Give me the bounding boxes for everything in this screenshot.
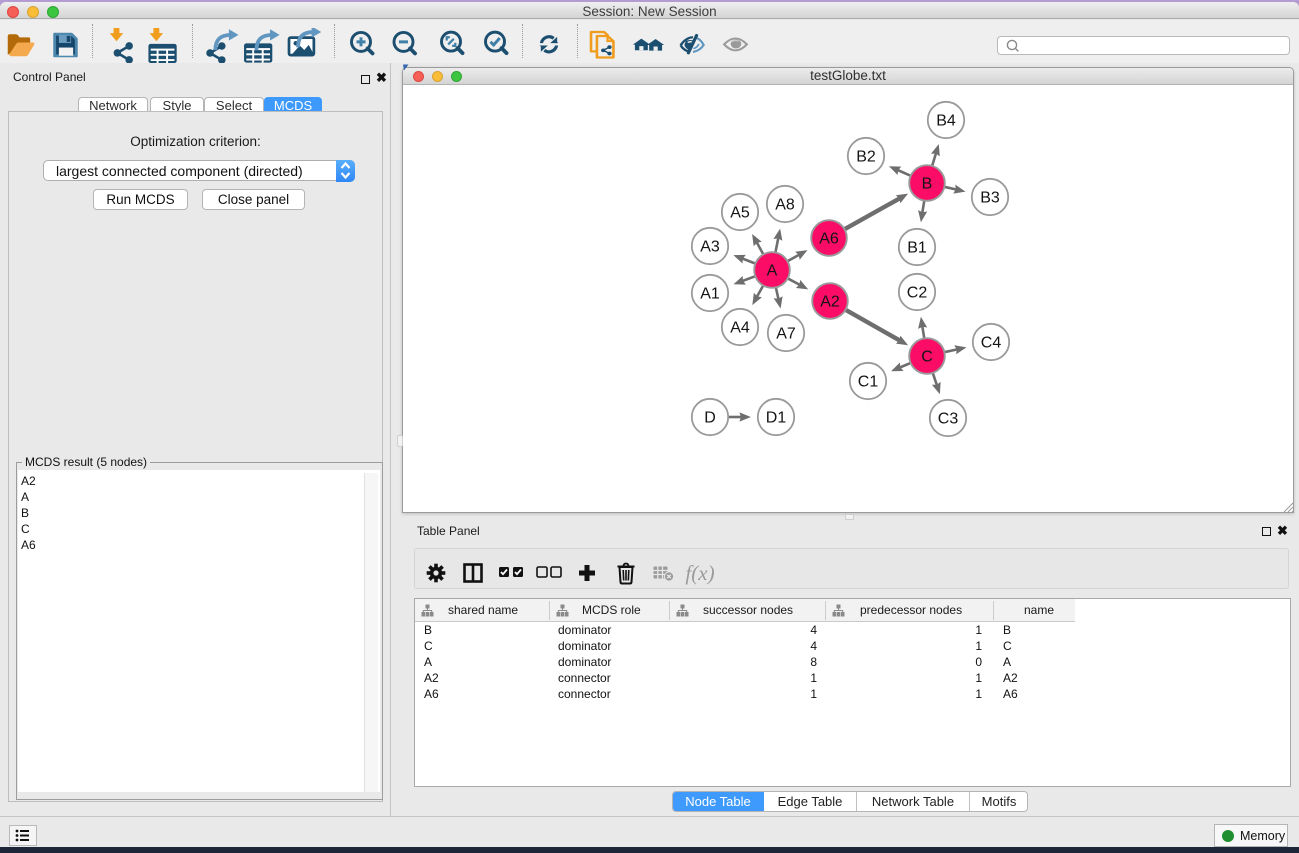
svg-text:A2: A2	[820, 294, 840, 311]
svg-text:B4: B4	[936, 113, 956, 130]
svg-text:C2: C2	[907, 285, 928, 302]
svg-text:B2: B2	[856, 149, 876, 166]
svg-text:C4: C4	[981, 335, 1002, 352]
svg-text:C3: C3	[938, 411, 959, 428]
svg-text:A5: A5	[730, 205, 750, 222]
svg-text:D: D	[704, 410, 716, 427]
svg-text:B: B	[922, 176, 933, 193]
svg-text:A: A	[767, 263, 778, 280]
svg-text:A1: A1	[700, 286, 720, 303]
svg-text:f(x): f(x)	[685, 561, 714, 585]
svg-text:B1: B1	[907, 240, 927, 257]
svg-text:B3: B3	[980, 190, 1000, 207]
svg-text:D1: D1	[766, 410, 787, 427]
svg-text:A7: A7	[776, 326, 796, 343]
svg-text:C: C	[921, 349, 933, 366]
svg-text:A8: A8	[775, 197, 795, 214]
svg-text:A6: A6	[819, 231, 839, 248]
svg-text:C1: C1	[858, 374, 879, 391]
svg-text:A3: A3	[700, 239, 720, 256]
svg-text:A4: A4	[730, 320, 750, 337]
